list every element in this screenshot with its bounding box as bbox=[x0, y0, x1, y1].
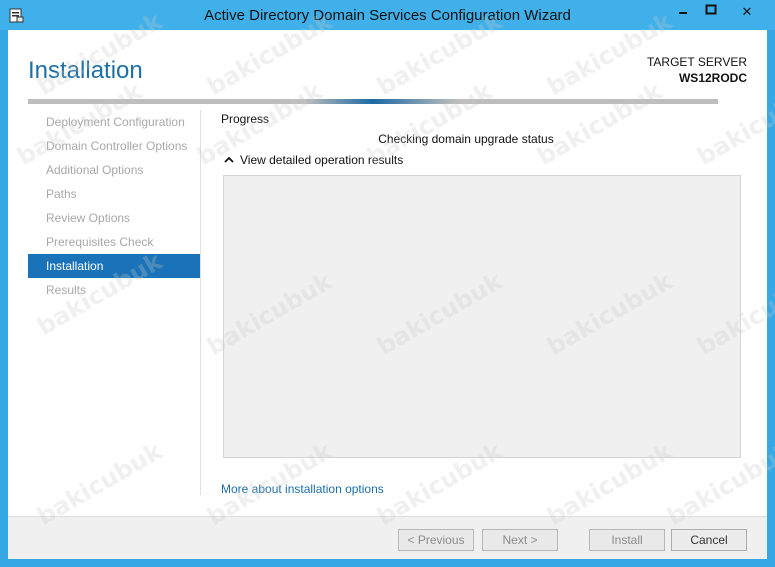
close-icon: ✕ bbox=[741, 3, 753, 19]
sidebar-item-results[interactable]: Results bbox=[28, 278, 200, 302]
detailed-results-expander[interactable]: View detailed operation results bbox=[224, 153, 403, 167]
sidebar-item-deployment-configuration[interactable]: Deployment Configuration bbox=[28, 110, 200, 134]
sidebar-nav: Deployment Configuration Domain Controll… bbox=[28, 110, 200, 302]
sidebar-item-installation[interactable]: Installation bbox=[28, 254, 200, 278]
title-bar[interactable]: Active Directory Domain Services Configu… bbox=[0, 0, 775, 30]
maximize-icon bbox=[705, 4, 717, 19]
wizard-window: Active Directory Domain Services Configu… bbox=[0, 0, 775, 567]
previous-button[interactable]: < Previous bbox=[398, 529, 474, 551]
more-installation-options-link[interactable]: More about installation options bbox=[221, 482, 384, 496]
cancel-button[interactable]: Cancel bbox=[671, 529, 747, 551]
minimize-button[interactable] bbox=[669, 1, 696, 22]
sidebar-item-paths[interactable]: Paths bbox=[28, 182, 200, 206]
sidebar-item-additional-options[interactable]: Additional Options bbox=[28, 158, 200, 182]
sidebar-item-prerequisites-check[interactable]: Prerequisites Check bbox=[28, 230, 200, 254]
maximize-button[interactable] bbox=[697, 1, 724, 22]
header-progress-rule bbox=[28, 99, 718, 104]
target-server-name: WS12RODC bbox=[678, 71, 747, 85]
install-button[interactable]: Install bbox=[589, 529, 665, 551]
next-button[interactable]: Next > bbox=[482, 529, 558, 551]
window-title: Active Directory Domain Services Configu… bbox=[204, 7, 571, 24]
sidebar-item-domain-controller-options[interactable]: Domain Controller Options bbox=[28, 134, 200, 158]
operation-results-box[interactable] bbox=[223, 175, 741, 458]
minimize-icon bbox=[677, 4, 689, 19]
status-text: Checking domain upgrade status bbox=[378, 132, 554, 146]
sidebar-item-review-options[interactable]: Review Options bbox=[28, 206, 200, 230]
close-button[interactable]: ✕ bbox=[725, 1, 769, 22]
target-server-info: TARGET SERVER WS12RODC bbox=[647, 54, 747, 86]
target-server-label: TARGET SERVER bbox=[646, 55, 747, 69]
wizard-client-area: Installation TARGET SERVER WS12RODC Depl… bbox=[8, 30, 767, 559]
sidebar-divider bbox=[200, 110, 201, 495]
expander-label: View detailed operation results bbox=[240, 153, 404, 167]
progress-heading: Progress bbox=[221, 112, 270, 126]
chevron-up-icon bbox=[224, 155, 234, 165]
wizard-footer: < Previous Next > Install Cancel bbox=[8, 516, 767, 559]
page-title: Installation bbox=[28, 57, 143, 84]
